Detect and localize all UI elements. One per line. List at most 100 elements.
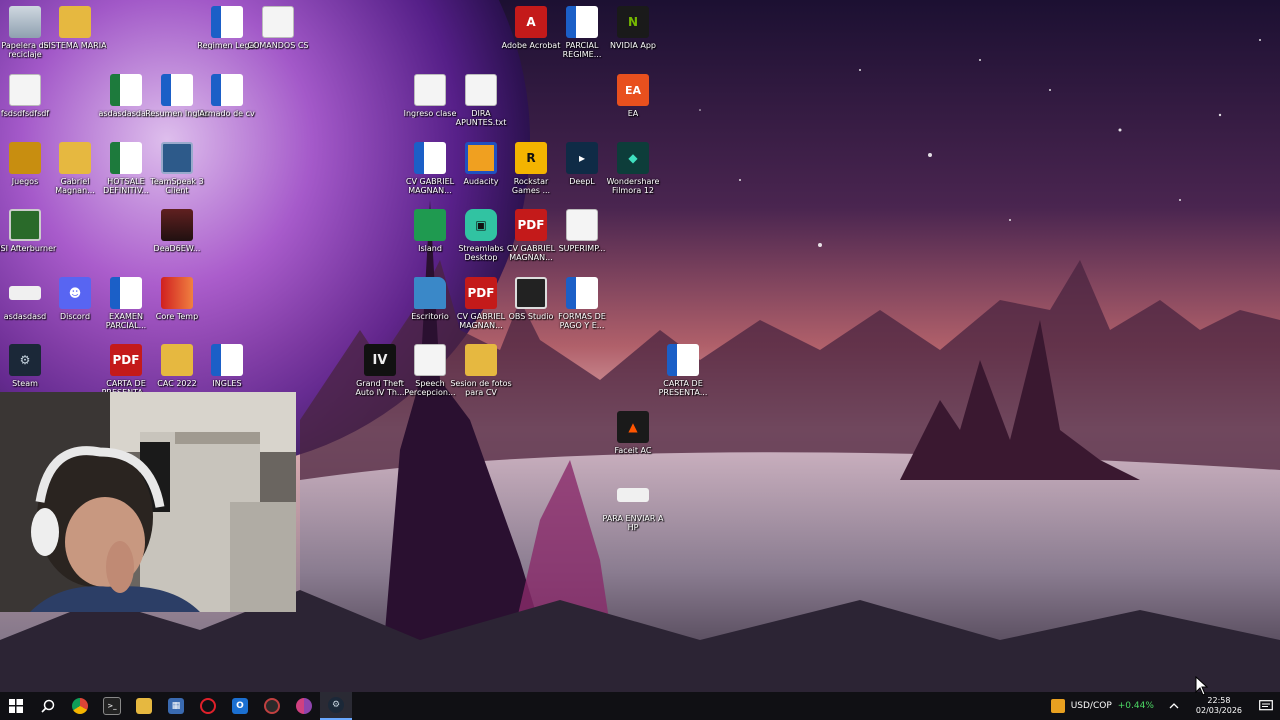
word-document-icon: W bbox=[566, 6, 598, 38]
teamspeak-icon bbox=[161, 142, 193, 174]
blank-file-icon bbox=[617, 488, 649, 502]
desktop-icon-label: CARTA DE PRESENTA... bbox=[658, 379, 708, 397]
ticker-change: +0.44% bbox=[1117, 701, 1154, 711]
word-document-icon: W bbox=[211, 74, 243, 106]
escritorio-icon bbox=[414, 277, 446, 309]
chrome-icon bbox=[72, 698, 88, 714]
currency-ticker-widget[interactable]: USD/COP +0.44% bbox=[1043, 699, 1162, 713]
desktop-icon-label: SISTEMA MARIA bbox=[43, 41, 107, 50]
desktop-icon-label: Armado de cv bbox=[199, 109, 255, 118]
notification-icon bbox=[1259, 700, 1273, 711]
desktop-icon-filmora[interactable]: ◆ Wondershare Filmora 12 bbox=[603, 142, 663, 195]
text-document-icon bbox=[262, 6, 294, 38]
desktop-icon-sesion-de-fotos[interactable]: Sesion de fotos para CV bbox=[450, 344, 512, 397]
desktop-icon-label: DIRA APUNTES.txt bbox=[455, 109, 507, 127]
desktop-icon-comandos-cs[interactable]: COMANDOS CS bbox=[248, 6, 308, 50]
taskbar-app-calculator[interactable]: ▦ bbox=[160, 692, 192, 720]
taskbar: >_ ▦ O ⚙ USD/COP +0.44% 22:58 02/03/2026 bbox=[0, 692, 1280, 720]
pdf-document-icon: PDF bbox=[110, 344, 142, 376]
image-file-icon bbox=[161, 209, 193, 241]
folder-icon bbox=[59, 6, 91, 38]
file-explorer-icon bbox=[136, 698, 152, 714]
windows-logo-icon bbox=[9, 699, 23, 713]
desktop-icon-label: TeamSpeak 3 Client bbox=[150, 177, 204, 195]
capture-icon bbox=[264, 698, 280, 714]
desktop-icon-dira-apuntes[interactable]: DIRA APUNTES.txt bbox=[451, 74, 511, 127]
tray-overflow-button[interactable] bbox=[1162, 692, 1186, 720]
obs-icon bbox=[515, 277, 547, 309]
search-button[interactable] bbox=[32, 692, 64, 720]
faceit-icon: ▲ bbox=[617, 411, 649, 443]
desktop-icon-label: Core Temp bbox=[155, 312, 199, 321]
folder-icon bbox=[59, 142, 91, 174]
text-document-icon bbox=[465, 74, 497, 106]
clock-time: 22:58 bbox=[1207, 696, 1231, 705]
taskbar-app-capture[interactable] bbox=[256, 692, 288, 720]
desktop-icon-ingles[interactable]: W INGLES bbox=[197, 344, 257, 388]
ticker-label: USD/COP bbox=[1070, 701, 1112, 711]
desktop-icon-steam[interactable]: ⚙ Steam bbox=[0, 344, 55, 388]
taskbar-app-steam[interactable]: ⚙ bbox=[320, 692, 352, 720]
search-icon bbox=[41, 699, 55, 713]
taskbar-app-outlook[interactable]: O bbox=[224, 692, 256, 720]
notification-center-button[interactable] bbox=[1252, 692, 1280, 720]
island-icon bbox=[414, 209, 446, 241]
text-document-icon bbox=[566, 209, 598, 241]
desktop-icon-para-enviar-a-hp[interactable]: PARA ENVIAR A HP bbox=[603, 479, 663, 532]
desktop-icon-label: NVIDIA App bbox=[610, 41, 656, 50]
chrome-profile-icon bbox=[296, 698, 312, 714]
desktop-icon-teamspeak[interactable]: TeamSpeak 3 Client bbox=[147, 142, 207, 195]
desktop-icon-dead6ew[interactable]: DeaD6EW... bbox=[147, 209, 207, 253]
word-document-icon: W bbox=[566, 277, 598, 309]
taskbar-app-opera[interactable] bbox=[192, 692, 224, 720]
blank-file-icon bbox=[9, 286, 41, 300]
folder-icon bbox=[161, 344, 193, 376]
taskbar-clock[interactable]: 22:58 02/03/2026 bbox=[1186, 696, 1252, 716]
opera-icon bbox=[200, 698, 216, 714]
streamlabs-icon: ▣ bbox=[465, 209, 497, 241]
desktop-icon-label: PARA ENVIAR A HP bbox=[602, 514, 664, 532]
desktop-icon-label: fsdsdfsdfsdf bbox=[0, 109, 50, 118]
taskbar-app-chrome[interactable] bbox=[64, 692, 96, 720]
start-button[interactable] bbox=[0, 692, 32, 720]
desktop-icon-label: EA bbox=[627, 109, 639, 118]
word-document-icon: W bbox=[667, 344, 699, 376]
folder-icon bbox=[465, 344, 497, 376]
desktop-icon-label: SUPERIMP... bbox=[558, 244, 606, 253]
steam-icon: ⚙ bbox=[9, 344, 41, 376]
text-document-icon bbox=[414, 344, 446, 376]
msi-afterburner-icon bbox=[9, 209, 41, 241]
word-document-icon: W bbox=[211, 6, 243, 38]
desktop-icon-fsdsdfsdfsdf[interactable]: fsdsdfsdfsdf bbox=[0, 74, 55, 118]
desktop-icon-armado-de-cv[interactable]: W Armado de cv bbox=[197, 74, 257, 118]
steam-icon: ⚙ bbox=[328, 697, 344, 713]
desktop-icon-nvidia-app[interactable]: N NVIDIA App bbox=[603, 6, 663, 50]
text-document-icon bbox=[9, 74, 41, 106]
word-document-icon: W bbox=[414, 142, 446, 174]
desktop-icon-carta-presentacion-word[interactable]: W CARTA DE PRESENTA... bbox=[653, 344, 713, 397]
core-temp-icon bbox=[161, 277, 193, 309]
excel-document-icon: X bbox=[110, 74, 142, 106]
desktop-icon-label: DeaD6EW... bbox=[153, 244, 201, 253]
taskbar-app-file-explorer[interactable] bbox=[128, 692, 160, 720]
desktop-icon-superimp[interactable]: SUPERIMP... bbox=[552, 209, 612, 253]
desktop-icon-label: MSI Afterburner bbox=[0, 244, 57, 253]
mouse-cursor-icon bbox=[1195, 676, 1209, 696]
desktop-icon-faceit-ac[interactable]: ▲ Faceit AC bbox=[603, 411, 663, 455]
desktop-icon-sistema-maria[interactable]: SISTEMA MARIA bbox=[43, 6, 107, 50]
taskbar-app-chrome-profile[interactable] bbox=[288, 692, 320, 720]
taskbar-app-terminal[interactable]: >_ bbox=[96, 692, 128, 720]
desktop-icon-ea[interactable]: EA EA bbox=[603, 74, 663, 118]
word-document-icon: W bbox=[161, 74, 193, 106]
word-document-icon: W bbox=[110, 277, 142, 309]
desktop-icon-formas-de-pago[interactable]: W FORMAS DE PAGO Y E... bbox=[552, 277, 612, 330]
ea-icon: EA bbox=[617, 74, 649, 106]
desktop-icon-label: Faceit AC bbox=[614, 446, 652, 455]
desktop-icon-core-temp[interactable]: Core Temp bbox=[147, 277, 207, 321]
desktop-icon-label: INGLES bbox=[212, 379, 242, 388]
system-tray: USD/COP +0.44% 22:58 02/03/2026 bbox=[1043, 692, 1280, 720]
recycle-bin-icon bbox=[9, 6, 41, 38]
desktop-icon-msi-afterburner[interactable]: MSI Afterburner bbox=[0, 209, 57, 253]
terminal-icon: >_ bbox=[103, 697, 121, 715]
pdf-document-icon: PDF bbox=[465, 277, 497, 309]
